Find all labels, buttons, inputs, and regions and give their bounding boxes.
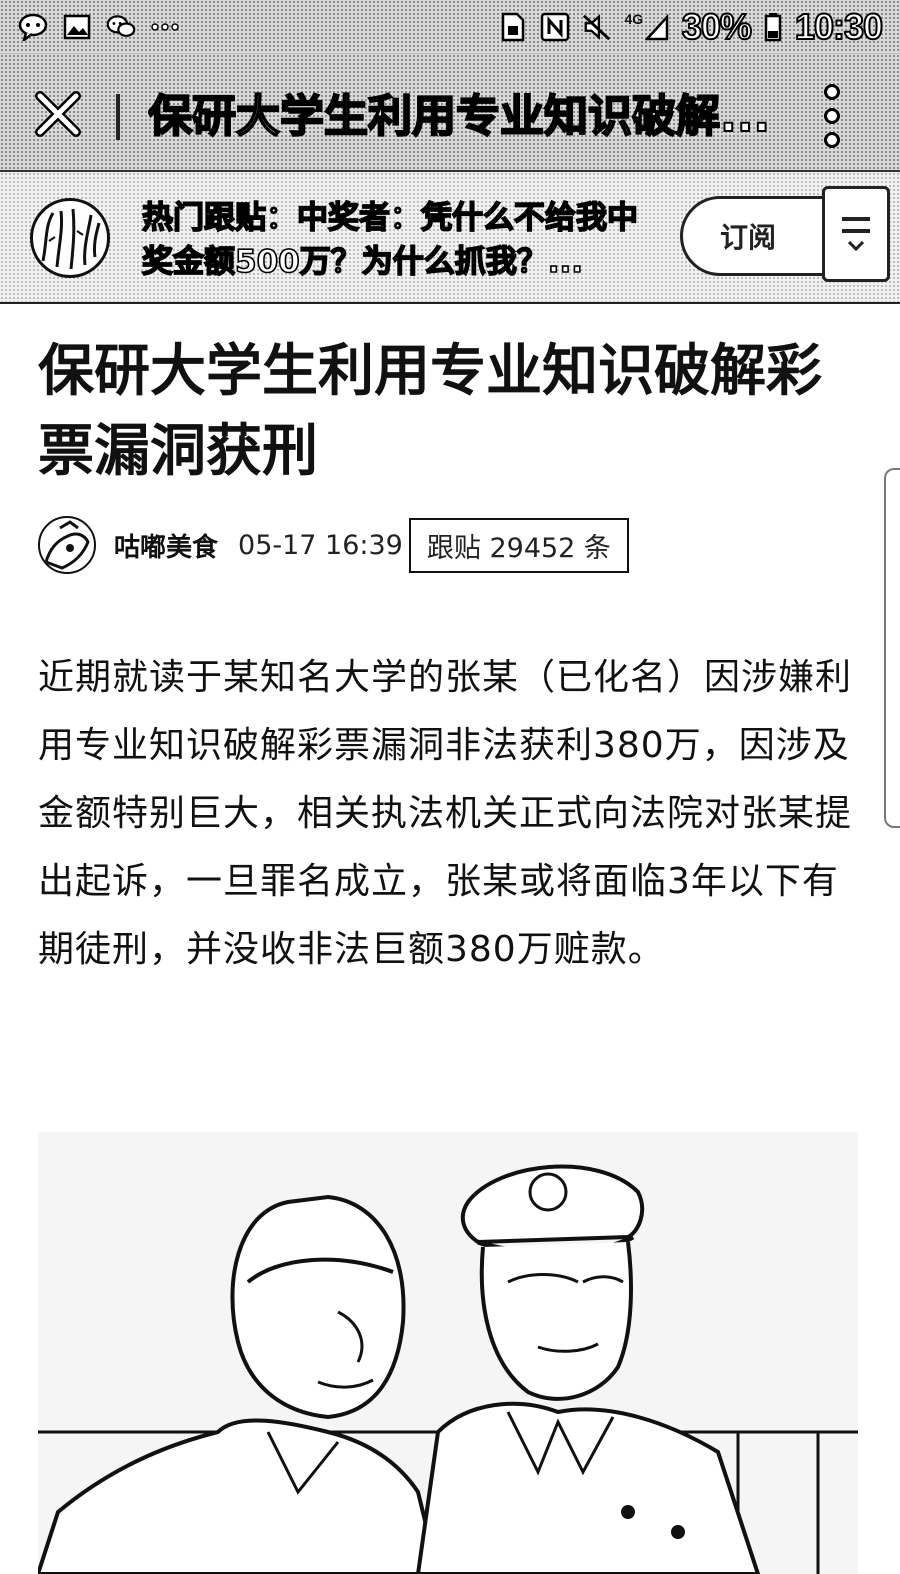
clock: 10:30: [794, 5, 884, 48]
article-body: 近期就读于某知名大学的张某（已化名）因涉嫌利用专业知识破解彩票漏洞非法获利380…: [38, 657, 853, 970]
hot-comment-text: 热门跟贴：中奖者：凭什么不给我中奖金额500万？为什么抓我？...: [141, 199, 639, 281]
status-bar: 4G 30% 10:30: [0, 0, 900, 54]
title-divider: [116, 94, 120, 140]
author-avatar[interactable]: [38, 516, 96, 574]
subscribe-label: 订阅: [719, 221, 776, 254]
article-headline: 保研大学生利用专业知识破解彩票漏洞获刑: [38, 339, 822, 484]
more-options-button[interactable]: [812, 84, 852, 148]
more-dot-icon: [824, 84, 840, 100]
close-icon: [35, 91, 81, 137]
battery-percent: 30%: [681, 5, 753, 48]
article-meta: 咕嘟美食 05-17 16:39 跟贴 29452 条: [38, 512, 858, 578]
menu-line-icon: [842, 229, 870, 233]
source-avatar: [30, 198, 110, 278]
more-dot-icon: [824, 132, 840, 148]
nfc-icon: [540, 12, 570, 42]
chevron-down-icon: [848, 241, 864, 251]
author-name[interactable]: 咕嘟美食: [114, 527, 218, 564]
signal-icon: 4G: [624, 12, 670, 42]
section-menu-button[interactable]: [822, 186, 890, 282]
close-button[interactable]: [28, 84, 88, 144]
system-icons: 4G 30% 10:30: [498, 5, 884, 48]
article-photo: [38, 1132, 858, 1574]
app-screen: 4G 30% 10:30 保研大学生利用专业知识破解... 热门跟贴：中奖者：凭…: [0, 0, 900, 1574]
wechat-icon: [106, 12, 136, 42]
more-notifications-icon: [150, 12, 180, 42]
more-dot-icon: [824, 108, 840, 124]
image-icon: [62, 12, 92, 42]
page-title: 保研大学生利用专业知识破解...: [148, 90, 768, 143]
network-type: 4G: [624, 10, 644, 27]
comment-count-button[interactable]: 跟贴 29452 条: [408, 517, 629, 573]
chat-bubble-icon: [18, 12, 48, 42]
battery-icon: [763, 12, 783, 42]
publish-time: 05-17 16:39: [238, 529, 403, 561]
hot-comment-banner[interactable]: 热门跟贴：中奖者：凭什么不给我中奖金额500万？为什么抓我？... 订阅: [0, 172, 900, 304]
notification-icons: [18, 12, 180, 42]
sim-card-icon: [498, 12, 528, 42]
scrollbar[interactable]: [884, 468, 900, 828]
menu-line-icon: [842, 217, 870, 221]
courtroom-photo-illustration: [38, 1132, 858, 1574]
mute-icon: [582, 12, 612, 42]
browser-title-bar: 保研大学生利用专业知识破解...: [0, 54, 900, 172]
